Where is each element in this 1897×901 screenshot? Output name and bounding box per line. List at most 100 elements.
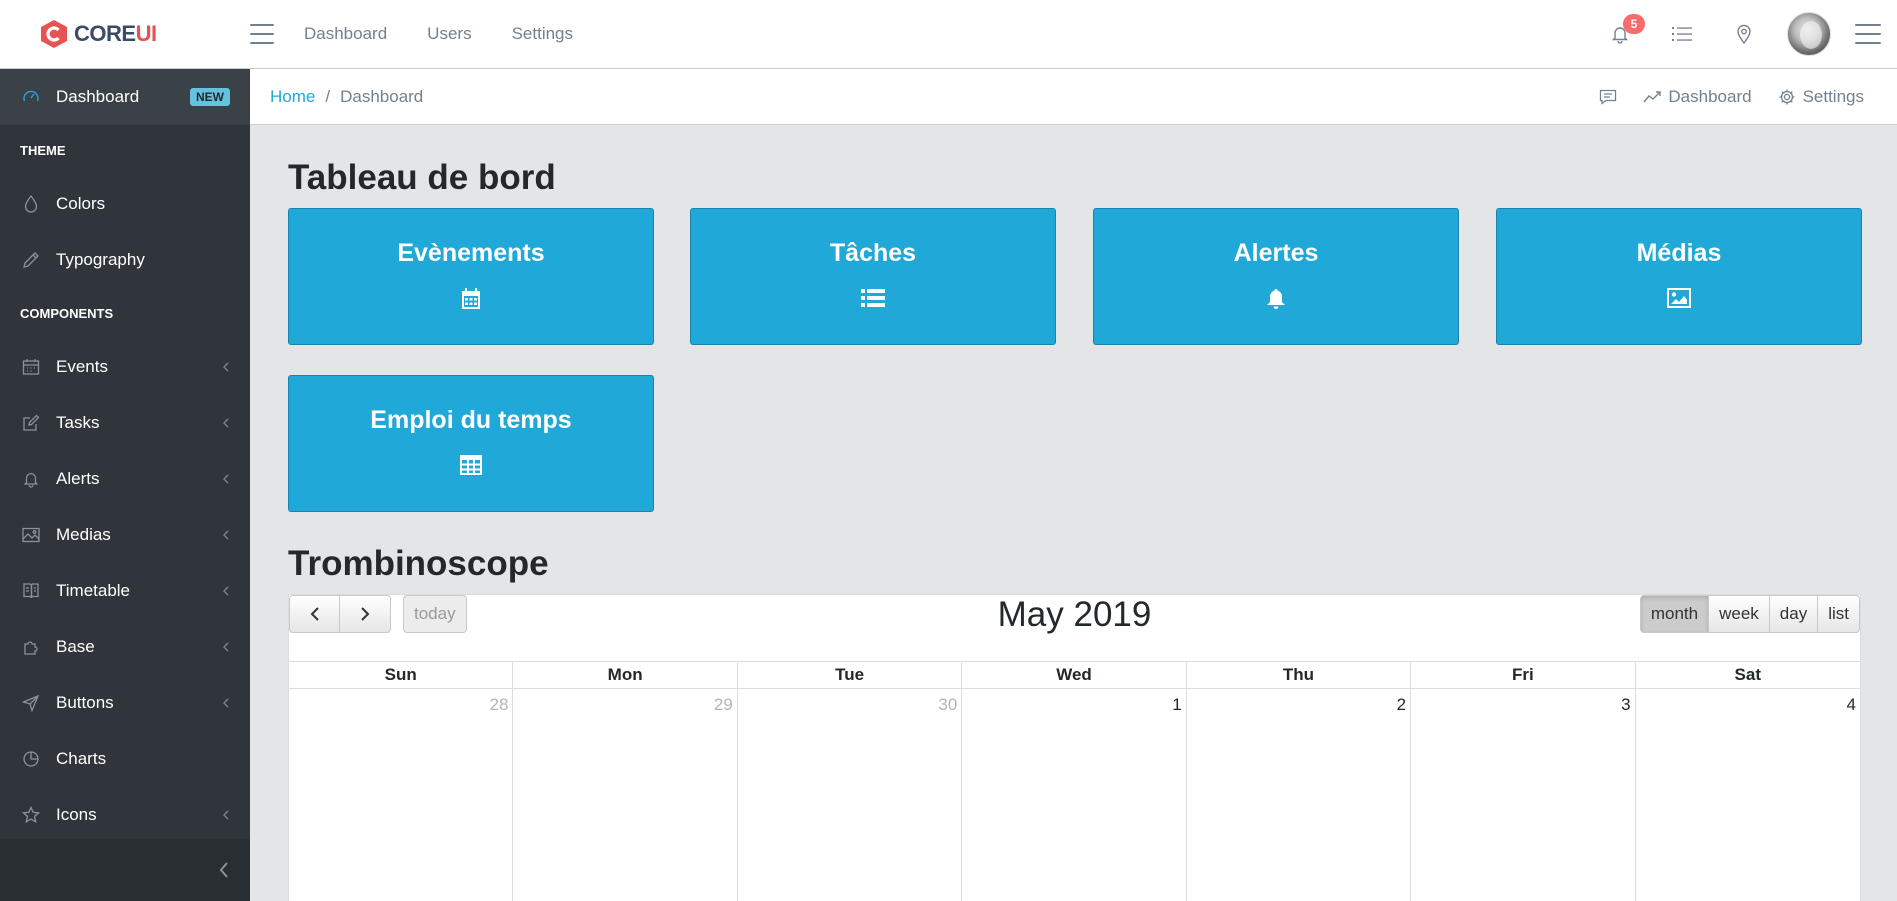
tile-title: Médias	[1636, 239, 1722, 267]
breadcrumb-settings-link[interactable]: Settings	[1778, 87, 1864, 107]
sidebar-toggler-button[interactable]	[250, 24, 274, 44]
sidebar-item-label: Icons	[56, 805, 97, 824]
weekday-thu: Thu	[1187, 662, 1412, 688]
chevron-left-icon	[222, 474, 229, 484]
tile-title: Alertes	[1233, 239, 1319, 267]
tile-tasks[interactable]: Tâches	[690, 208, 1056, 345]
calendar-view-list-button[interactable]: list	[1818, 595, 1860, 633]
tile-medias[interactable]: Médias	[1496, 208, 1862, 345]
chevron-left-icon	[222, 418, 229, 428]
calendar-day-cell[interactable]: 2	[1187, 689, 1412, 901]
speech-icon	[1600, 89, 1617, 105]
book-icon	[20, 580, 42, 602]
calendar-day-cell[interactable]: 3	[1411, 689, 1636, 901]
calendar-view-day-button[interactable]: day	[1769, 595, 1819, 633]
calendar-day-cell[interactable]: 1	[962, 689, 1187, 901]
calendar-toolbar: today May 2019 month week day list	[289, 595, 1860, 661]
weekday-wed: Wed	[962, 662, 1187, 688]
table-icon	[460, 455, 482, 475]
chevron-left-icon	[222, 642, 229, 652]
chevron-left-icon	[219, 862, 228, 878]
notification-badge: 5	[1623, 13, 1645, 34]
weekday-sun: Sun	[289, 662, 514, 688]
puzzle-icon	[20, 636, 42, 658]
calendar-icon	[20, 356, 42, 378]
sidebar-item-label: Base	[56, 637, 95, 656]
coreui-logo-icon	[41, 20, 67, 48]
sidebar-item-label: Charts	[56, 749, 107, 768]
sidebar-item-icons[interactable]: Icons	[0, 787, 250, 843]
sidebar-item-charts[interactable]: Charts	[0, 731, 250, 787]
trombinoscope-heading: Trombinoscope	[288, 544, 549, 583]
sidebar-item-label: Buttons	[56, 693, 114, 712]
breadcrumb-bar: Home / Dashboard Dashboard Settings	[250, 69, 1897, 125]
chevron-left-icon	[222, 586, 229, 596]
tasks-list-button[interactable]	[1651, 0, 1713, 69]
weekday-sat: Sat	[1734, 665, 1762, 684]
calendar-grid: Sun Mon Tue Wed Thu Fri Sat 28 29 30 1 2…	[289, 661, 1860, 901]
breadcrumb: Home / Dashboard	[270, 87, 423, 107]
pencil-icon	[20, 249, 42, 271]
sidebar-item-label: Dashboard	[56, 87, 140, 106]
calendar-day-cell[interactable]: 4	[1636, 689, 1860, 901]
new-badge: NEW	[190, 88, 230, 106]
sidebar-item-base[interactable]: Base	[0, 619, 250, 675]
sidebar-item-colors[interactable]: Colors	[0, 176, 250, 232]
sidebar-item-buttons[interactable]: Buttons	[0, 675, 250, 731]
sidebar-item-label: Colors	[56, 194, 106, 213]
sidebar-item-timetable[interactable]: Timetable	[0, 563, 250, 619]
calendar-view-month-button[interactable]: month	[1639, 595, 1710, 633]
sidebar-item-label: Tasks	[56, 413, 100, 432]
speedometer-icon	[20, 86, 42, 108]
breadcrumb-separator: /	[325, 86, 331, 106]
chevron-left-icon	[222, 530, 229, 540]
calendar-title: May 2019	[997, 595, 1152, 634]
calendar-day-cell[interactable]: 30	[738, 689, 963, 901]
sidebar-item-typography[interactable]: Typography	[0, 232, 250, 288]
brand-name: COREUI	[74, 21, 157, 46]
dashboard-heading: Tableau de bord	[288, 158, 556, 197]
list-icon	[1672, 27, 1692, 41]
header-actions: 5	[1589, 0, 1897, 69]
star-icon	[20, 804, 42, 826]
sidebar-item-medias[interactable]: Medias	[0, 507, 250, 563]
sidebar-item-label: Typography	[56, 250, 145, 269]
location-button[interactable]	[1713, 0, 1775, 69]
tile-alerts[interactable]: Alertes	[1093, 208, 1459, 345]
sidebar-item-tasks[interactable]: Tasks	[0, 395, 250, 451]
breadcrumb-current: Dashboard	[340, 86, 424, 106]
calendar: today May 2019 month week day list Sun M…	[288, 594, 1861, 901]
top-nav-users[interactable]: Users	[427, 24, 471, 44]
sidebar-item-label: Events	[56, 357, 108, 376]
weekday-fri: Fri	[1411, 662, 1636, 688]
calendar-week-row: 28 29 30 1 2 3 4	[289, 689, 1860, 901]
sidebar-item-alerts[interactable]: Alerts	[0, 451, 250, 507]
tile-events[interactable]: Evènements	[288, 208, 654, 345]
top-nav-settings[interactable]: Settings	[512, 24, 573, 44]
brand-logo[interactable]: COREUI	[0, 0, 250, 69]
calendar-icon	[462, 288, 480, 309]
breadcrumb-dashboard-link[interactable]: Dashboard	[1643, 87, 1752, 107]
edit-icon	[20, 412, 42, 434]
tile-timetable[interactable]: Emploi du temps	[288, 375, 654, 512]
notifications-button[interactable]: 5	[1589, 0, 1651, 69]
calendar-view-week-button[interactable]: week	[1709, 595, 1770, 633]
calendar-day-cell[interactable]: 29	[513, 689, 738, 901]
calendar-weekday-header: Sun Mon Tue Wed Thu Fri Sat	[289, 662, 1860, 689]
aside-menu-toggler-button[interactable]	[1855, 24, 1881, 44]
sidebar-minimizer-button[interactable]	[0, 839, 250, 901]
sidebar-item-dashboard[interactable]: Dashboard NEW	[0, 69, 250, 125]
sidebar-item-events[interactable]: Events	[0, 339, 250, 395]
top-nav: Dashboard Users Settings	[304, 24, 573, 44]
location-pin-icon	[1737, 24, 1751, 44]
weekday-mon: Mon	[513, 662, 738, 688]
drop-icon	[20, 193, 42, 215]
breadcrumb-speech-button[interactable]	[1599, 89, 1617, 105]
sidebar-title-components: COMPONENTS	[20, 306, 114, 321]
breadcrumb-home-link[interactable]: Home	[270, 87, 315, 107]
top-nav-dashboard[interactable]: Dashboard	[304, 24, 387, 44]
sidebar-title-theme: THEME	[20, 143, 66, 158]
image-icon	[20, 524, 42, 546]
user-avatar[interactable]	[1787, 12, 1831, 56]
calendar-day-cell[interactable]: 28	[289, 689, 514, 901]
